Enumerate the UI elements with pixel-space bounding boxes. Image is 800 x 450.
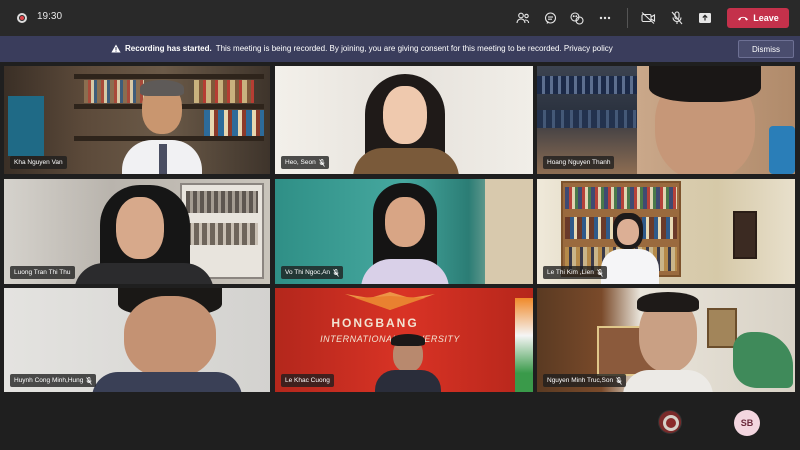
chat-icon[interactable] bbox=[540, 8, 560, 28]
video-tile-luong-tran-thi-thu[interactable]: Luong Tran Thi Thu bbox=[4, 179, 270, 284]
participant-name-tag: Kha Nguyen Van bbox=[10, 156, 67, 169]
sign-line-2: INTERNATIONAL UNIVERSITY bbox=[320, 334, 460, 344]
meeting-toolbar: 19:30 Leave bbox=[0, 0, 800, 36]
participants-icon[interactable] bbox=[513, 8, 533, 28]
participant-name-tag: Le Khac Cuong bbox=[281, 374, 334, 387]
video-tile-le-khac-cuong[interactable]: HONGBANG INTERNATIONAL UNIVERSITY Le Kha… bbox=[275, 288, 533, 392]
participant-name-tag: Hoang Nguyen Thanh bbox=[543, 156, 615, 169]
participant-name-tag: Luong Tran Thi Thu bbox=[10, 266, 75, 279]
video-tile-vo-thi-ngoc-an[interactable]: Vo Thi Ngoc,An bbox=[275, 179, 533, 284]
participant-name: Heo, Seon bbox=[285, 159, 316, 166]
video-tile-nguyen-minh-truc-son[interactable]: Nguyen Minh Truc,Son bbox=[537, 288, 795, 392]
mic-off-icon bbox=[318, 158, 325, 167]
recording-banner-title: Recording has started. bbox=[125, 44, 212, 53]
video-tile-le-thi-kim-lien[interactable]: Le Thi Kim ,Lien bbox=[537, 179, 795, 284]
warning-icon bbox=[111, 44, 121, 53]
meeting-window: 19:30 Leave Recording has started. This … bbox=[0, 0, 800, 450]
participant-name: Nguyen Minh Truc,Son bbox=[547, 377, 614, 384]
participant-name: Le Thi Kim ,Lien bbox=[547, 269, 594, 276]
recording-indicator-icon bbox=[17, 13, 27, 23]
participant-name: Le Khac Cuong bbox=[285, 377, 330, 384]
participant-name: Vo Thi Ngoc,An bbox=[285, 269, 331, 276]
recording-banner-message: This meeting is being recorded. By joini… bbox=[215, 44, 613, 53]
participant-name-tag: Vo Thi Ngoc,An bbox=[281, 266, 344, 279]
participant-name-tag: Heo, Seon bbox=[281, 156, 329, 169]
participant-name: Huynh Cong Minh,Hung bbox=[14, 377, 84, 384]
participant-avatar-initials[interactable]: SB bbox=[734, 410, 760, 436]
share-icon[interactable] bbox=[695, 8, 715, 28]
video-tile-heo-seon[interactable]: Heo, Seon bbox=[275, 66, 533, 174]
participant-name: Hoang Nguyen Thanh bbox=[547, 159, 611, 166]
participant-name: Kha Nguyen Van bbox=[14, 159, 63, 166]
toolbar-divider bbox=[627, 8, 628, 28]
recording-banner-text: Recording has started. This meeting is b… bbox=[111, 44, 613, 53]
participant-avatar-photo[interactable] bbox=[658, 410, 682, 434]
mic-off-icon[interactable] bbox=[667, 8, 687, 28]
video-tile-kha-nguyen-van[interactable]: Kha Nguyen Van bbox=[4, 66, 270, 174]
mic-off-icon bbox=[333, 268, 339, 277]
leave-button[interactable]: Leave bbox=[727, 8, 789, 28]
sign-line-1: HONGBANG bbox=[331, 316, 419, 330]
leave-label: Leave bbox=[753, 13, 779, 23]
participant-name: Luong Tran Thi Thu bbox=[14, 269, 71, 276]
recording-banner: Recording has started. This meeting is b… bbox=[0, 36, 800, 62]
mic-off-icon bbox=[86, 376, 93, 385]
video-tile-hoang-nguyen-thanh[interactable]: Hoang Nguyen Thanh bbox=[537, 66, 795, 174]
participant-name-tag: Nguyen Minh Truc,Son bbox=[543, 374, 627, 387]
reactions-icon[interactable] bbox=[567, 8, 587, 28]
video-tile-huynh-cong-minh-hung[interactable]: Huynh Cong Minh,Hung bbox=[4, 288, 270, 392]
mic-off-icon bbox=[616, 376, 622, 385]
university-logo bbox=[345, 292, 435, 310]
participant-name-tag: Huynh Cong Minh,Hung bbox=[10, 374, 97, 387]
dismiss-button[interactable]: Dismiss bbox=[738, 40, 794, 58]
camera-off-icon[interactable] bbox=[638, 8, 658, 28]
phone-icon bbox=[738, 16, 749, 21]
participant-name-tag: Le Thi Kim ,Lien bbox=[543, 266, 607, 279]
more-icon[interactable] bbox=[595, 8, 615, 28]
mic-off-icon bbox=[597, 268, 603, 277]
meeting-timer: 19:30 bbox=[37, 11, 63, 22]
